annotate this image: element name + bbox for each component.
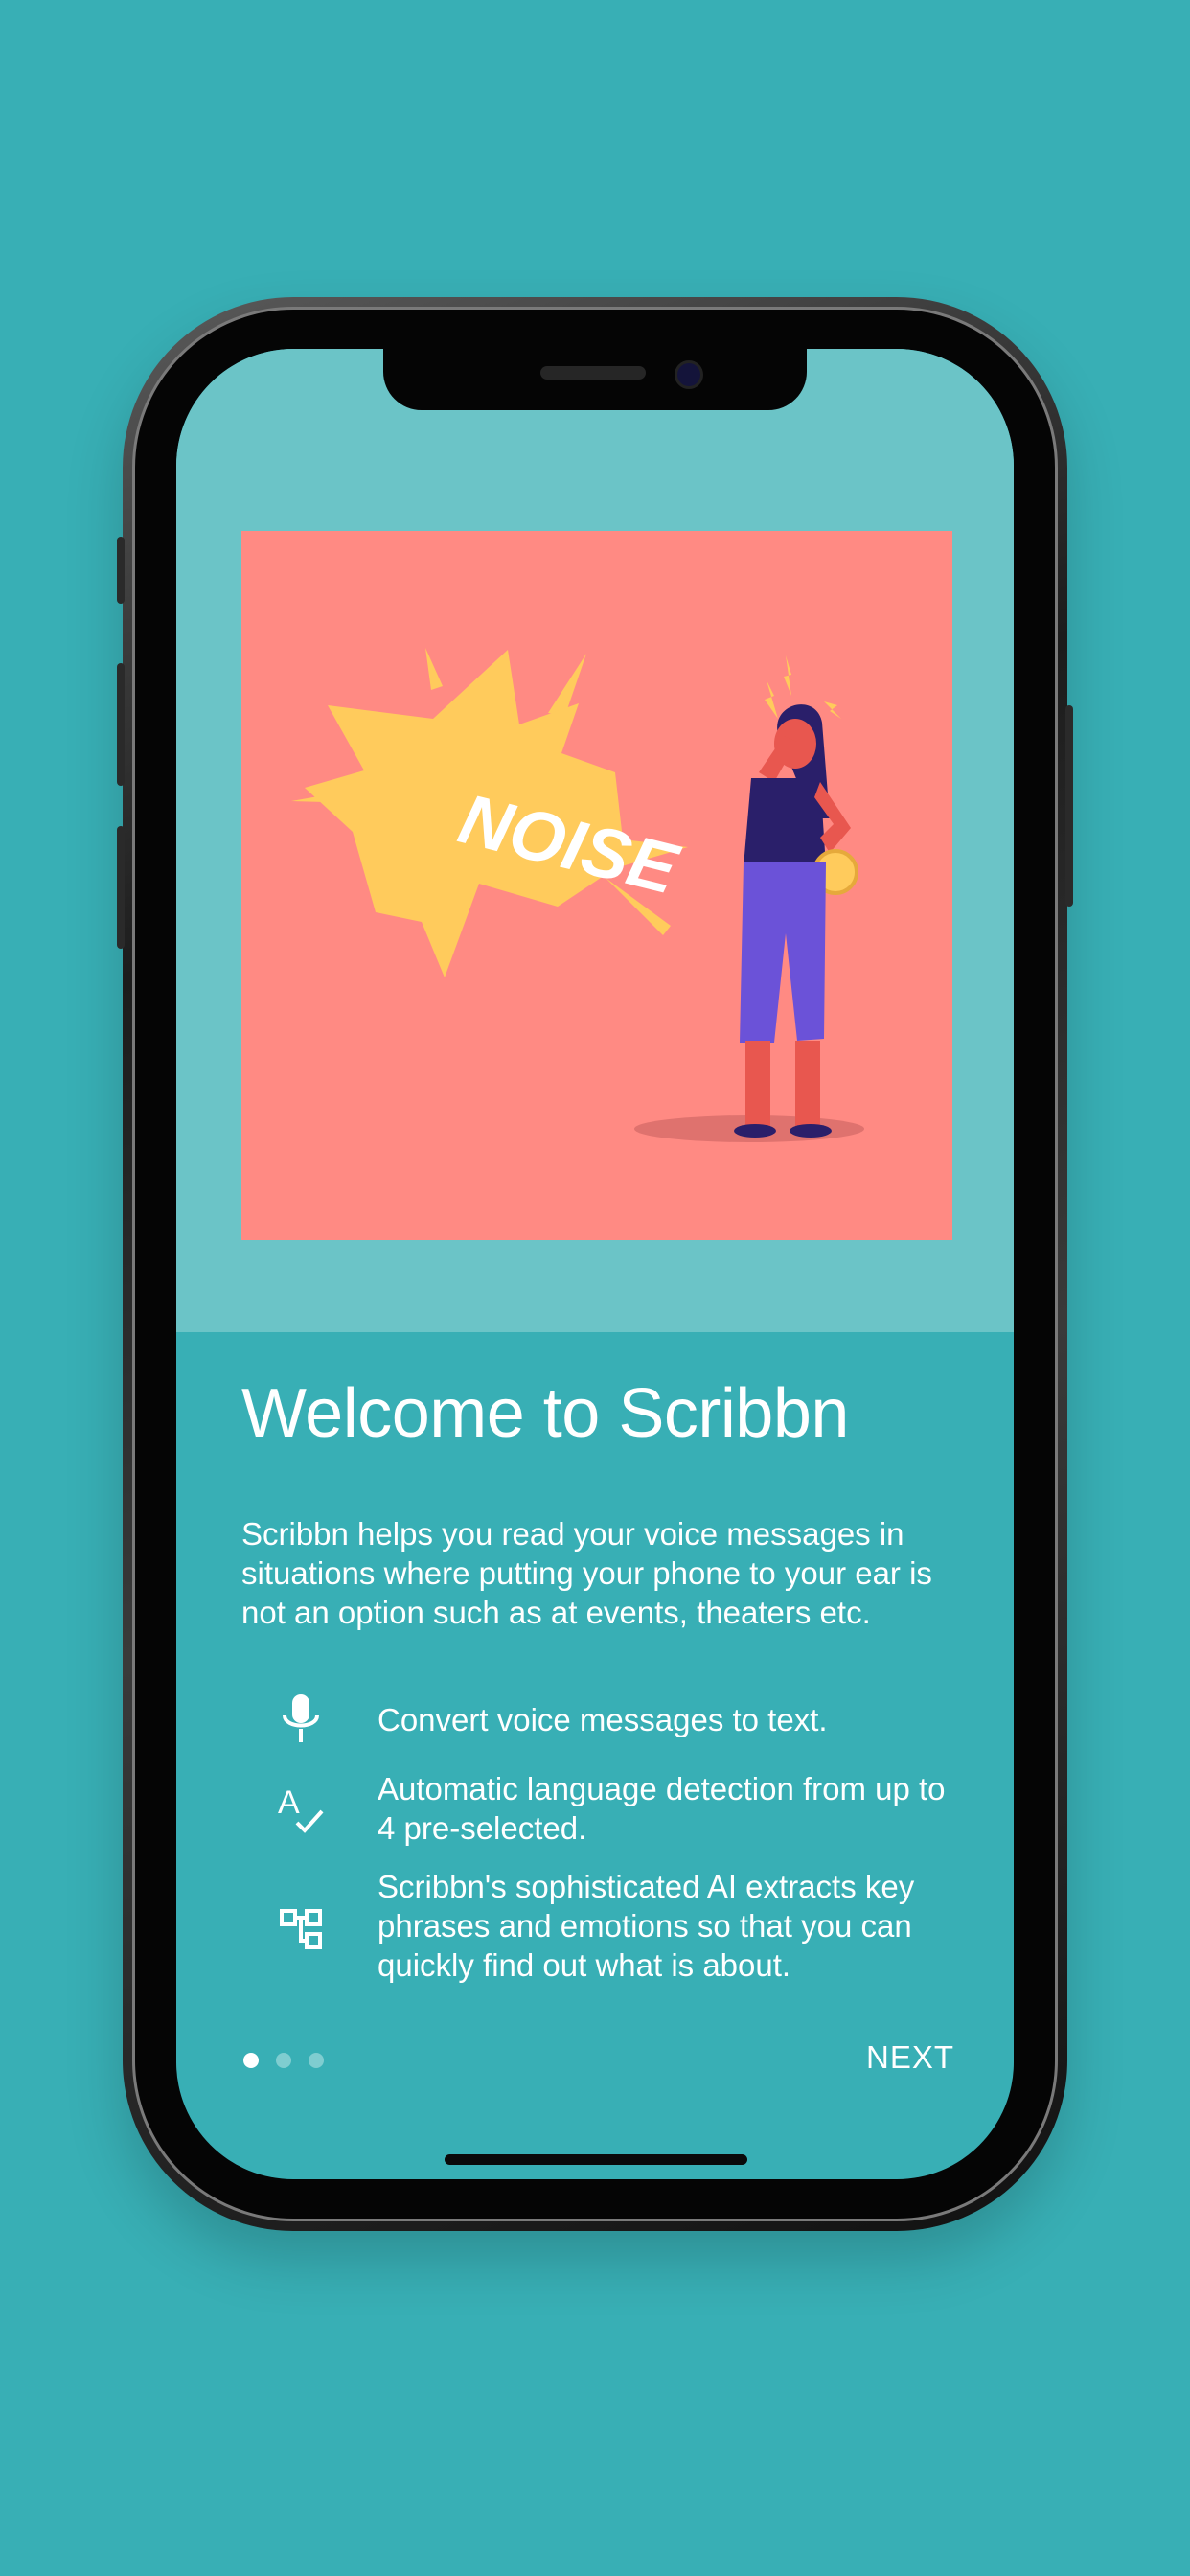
phone-screen: NOISE Welcome to Scribbn Scribbn helps y… — [176, 349, 1014, 2179]
feature-item-ai-extraction: Scribbn's sophisticated AI extracts key … — [241, 1867, 970, 1986]
welcome-title: Welcome to Scribbn — [241, 1375, 849, 1452]
notch — [383, 349, 807, 410]
power-button — [1065, 705, 1073, 907]
page-dot-2[interactable] — [276, 2053, 291, 2068]
front-camera — [675, 360, 703, 389]
volume-down-button — [117, 826, 125, 949]
volume-up-button — [117, 663, 125, 786]
feature-text: Automatic language detection from up to … — [378, 1771, 946, 1846]
next-button[interactable]: NEXT — [866, 2039, 954, 2076]
feature-item-language-detection: A Automatic language detection from up t… — [241, 1765, 970, 1846]
home-indicator[interactable] — [445, 2154, 747, 2165]
feature-item-voice-to-text: Convert voice messages to text. — [241, 1689, 970, 1750]
noise-illustration-art: NOISE — [291, 648, 864, 1142]
illustration-area: NOISE — [176, 349, 1014, 1332]
earpiece-speaker — [540, 366, 646, 380]
page-dot-3[interactable] — [309, 2053, 324, 2068]
hierarchy-icon — [270, 1898, 332, 1959]
welcome-description: Scribbn helps you read your voice messag… — [241, 1516, 932, 1630]
feature-text: Convert voice messages to text. — [378, 1702, 828, 1737]
spell-check-icon: A — [270, 1779, 332, 1840]
phone-frame: NOISE Welcome to Scribbn Scribbn helps y… — [117, 297, 1073, 2231]
svg-text:A: A — [278, 1784, 300, 1821]
feature-text: Scribbn's sophisticated AI extracts key … — [378, 1869, 915, 1983]
silent-switch — [117, 537, 125, 604]
microphone-icon — [270, 1689, 332, 1750]
page-dot-1[interactable] — [243, 2053, 259, 2068]
noise-illustration: NOISE — [241, 531, 952, 1240]
